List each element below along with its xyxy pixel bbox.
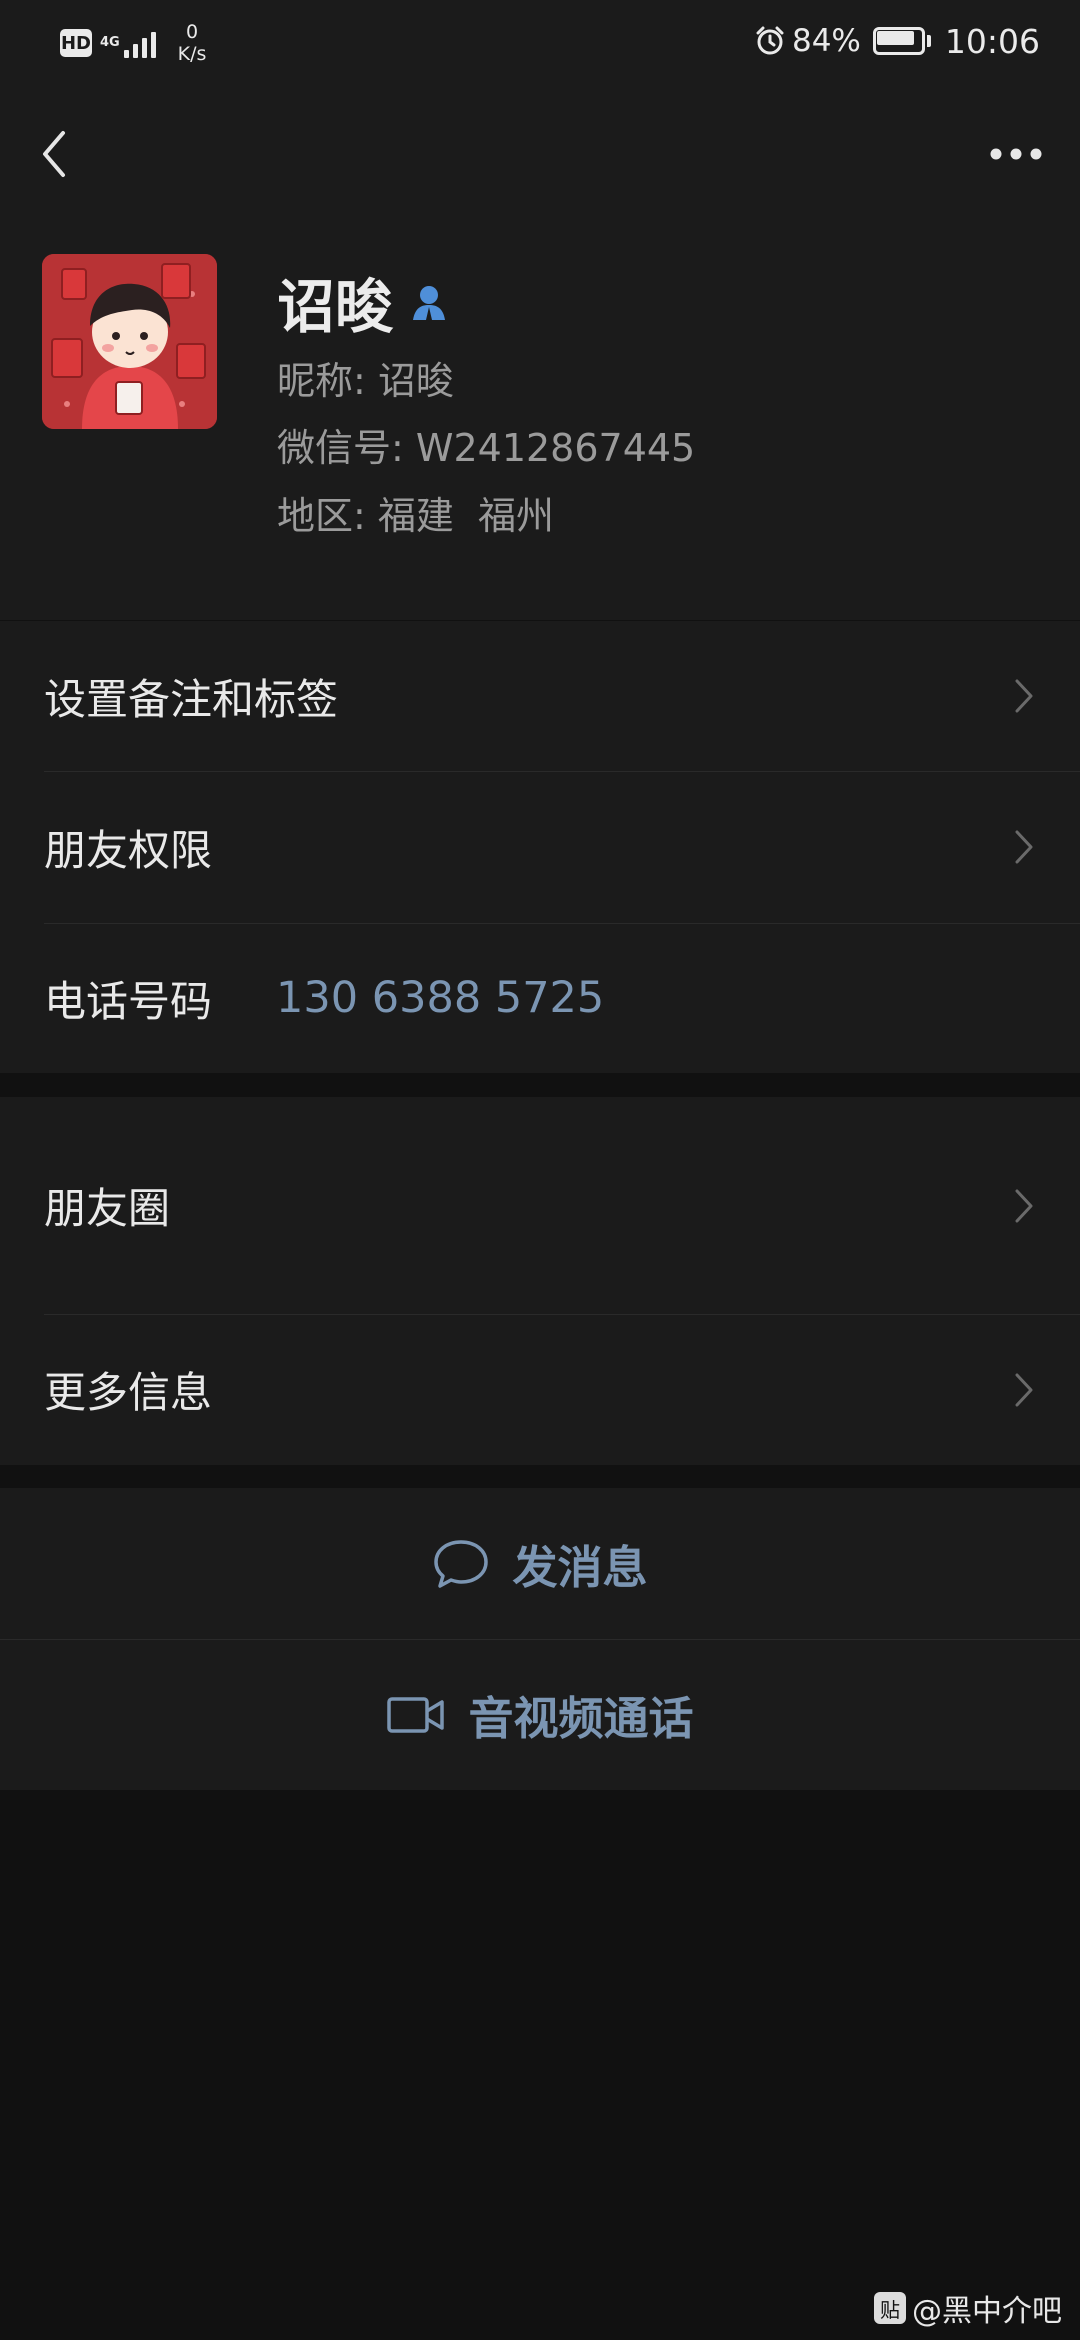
more-info-label: 更多信息 [44,1368,213,1417]
network-speed: 0 K/s [172,21,212,65]
phone-row: 电话号码 130 6388 5725 [0,923,1080,1073]
settings-group: 设置备注和标签 朋友权限 电话号码 130 6388 5725 [0,621,1080,1073]
contact-profile-screen: HD 4G 0 K/s 84% 10:06 诏晙 昵称: 诏晙 微信号: W24… [0,0,1080,2340]
speed-value: 0 [185,21,199,43]
speed-unit: K/s [177,43,207,65]
tieba-badge: 贴 [874,2292,906,2324]
wechat-id-label: 微信号: [277,426,416,470]
contact-person-icon [413,286,446,322]
more-info-row[interactable]: 更多信息 [0,1314,1080,1465]
status-right: 84% 10:06 [754,18,1040,64]
chevron-right-icon [1015,679,1033,713]
signal-icon [124,28,156,58]
video-call-button[interactable]: 音视频通话 [0,1639,1080,1790]
network-type: 4G [100,35,120,50]
chevron-right-icon [1015,830,1033,864]
chevron-right-icon [1015,1189,1033,1222]
video-call-label: 音视频通话 [468,1692,694,1745]
actions-group: 发消息 音视频通话 [0,1488,1080,1790]
video-camera-icon [387,1696,445,1733]
region-label: 地区: [277,494,378,538]
hd-badge: HD [60,29,92,57]
alarm-icon [756,26,784,55]
moments-label: 朋友圈 [44,1184,171,1233]
remark-tags-row[interactable]: 设置备注和标签 [0,621,1080,771]
nav-bar [0,80,1080,220]
status-left: HD 4G 0 K/s [60,20,212,66]
chevron-right-icon [1015,1373,1033,1406]
nickname-label: 昵称: [277,359,378,403]
friend-permission-label: 朋友权限 [44,825,213,875]
moments-group: 朋友圈 更多信息 [0,1097,1080,1465]
chat-bubble-icon [434,1539,489,1588]
nickname-line: 昵称: 诏晙 [277,350,454,405]
wechat-id-value: W2412867445 [415,426,696,470]
battery-icon [872,27,931,55]
phone-label: 电话号码 [44,976,213,1026]
more-dots-icon [990,148,1042,160]
nickname-value: 诏晙 [377,359,454,403]
avatar-illustration [42,254,217,429]
region-line: 地区: 福建 福州 [277,485,554,540]
profile-header: 诏晙 昵称: 诏晙 微信号: W2412867445 地区: 福建 福州 [0,220,1080,620]
avatar[interactable] [42,254,217,429]
more-button[interactable] [976,114,1056,194]
watermark-text: @黑中介吧 [912,2294,1062,2329]
send-message-label: 发消息 [512,1541,648,1594]
send-message-button[interactable]: 发消息 [0,1488,1080,1639]
watermark: 贴 @黑中介吧 [874,2286,1062,2330]
phone-number-link[interactable]: 130 6388 5725 [276,973,604,1023]
moments-row[interactable]: 朋友圈 [0,1097,1080,1314]
wechat-id-line: 微信号: W2412867445 [277,417,695,472]
clock: 10:06 [944,21,1040,61]
back-button[interactable] [28,114,80,194]
profile-name: 诏晙 [277,273,394,341]
profile-name-row: 诏晙 [277,260,451,344]
remark-tags-label: 设置备注和标签 [44,674,339,724]
friend-permission-row[interactable]: 朋友权限 [0,771,1080,923]
status-bar: HD 4G 0 K/s 84% 10:06 [0,0,1080,80]
chevron-left-icon [43,131,65,177]
region-value: 福建 福州 [377,494,555,538]
battery-percent: 84% [791,23,861,59]
